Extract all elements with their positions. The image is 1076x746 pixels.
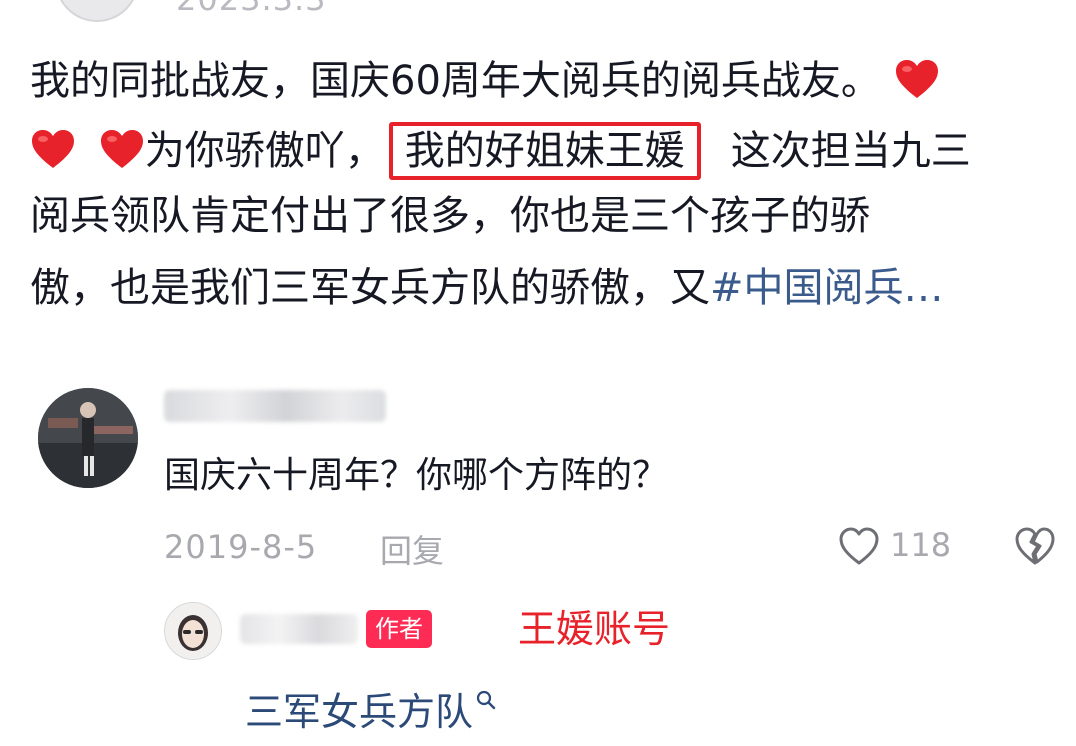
reply-button[interactable]: 回复 xyxy=(380,526,444,572)
post-text-line-1: 我的同批战友，国庆60周年大阅兵的阅兵战友。 xyxy=(30,55,940,107)
author-name-blurred[interactable] xyxy=(240,614,358,644)
reply-link[interactable]: 三军女兵方队 xyxy=(245,676,497,736)
comment-text: 国庆六十周年？你哪个方阵的？ xyxy=(164,455,669,496)
red-heart-icon xyxy=(99,128,145,170)
annotation-label: 王媛账号 xyxy=(518,607,671,651)
author-avatar[interactable] xyxy=(164,602,222,660)
post-date: 2023.3.3 xyxy=(176,0,327,18)
heart-outline-icon[interactable] xyxy=(838,526,880,566)
red-heart-icon xyxy=(894,58,940,100)
post-text: 我的同批战友，国庆60周年大阅兵的阅兵战友。 xyxy=(30,58,881,104)
post-text: 为你骄傲吖， xyxy=(144,128,385,174)
post-text-line-3: 阅兵领队肯定付出了很多，你也是三个孩子的骄 xyxy=(30,193,870,239)
like-count: 118 xyxy=(890,526,952,564)
post-author-avatar[interactable] xyxy=(55,0,139,22)
search-icon[interactable] xyxy=(475,676,497,710)
author-badge: 作者 xyxy=(366,610,432,648)
comment-date: 2019-8-5 xyxy=(164,528,318,566)
broken-heart-icon[interactable] xyxy=(1014,526,1056,566)
commenter-name-blurred[interactable] xyxy=(164,390,386,422)
post-text: 傲，也是我们三军女兵方队的骄傲，又 xyxy=(30,265,710,311)
highlight-box: 我的好姐妹王媛 xyxy=(388,122,701,180)
post-text-line-4: 傲，也是我们三军女兵方队的骄傲，又#中国阅兵… xyxy=(30,262,944,314)
post-text-line-2: 为你骄傲吖， 我的好姐妹王媛 这次担当九三 xyxy=(30,122,971,180)
hashtag-link[interactable]: #中国阅兵… xyxy=(710,265,944,311)
post-text: 这次担当九三 xyxy=(730,128,971,174)
reply-link-text[interactable]: 三军女兵方队 xyxy=(245,690,473,734)
red-heart-icon xyxy=(30,128,76,170)
commenter-avatar[interactable] xyxy=(38,388,138,488)
